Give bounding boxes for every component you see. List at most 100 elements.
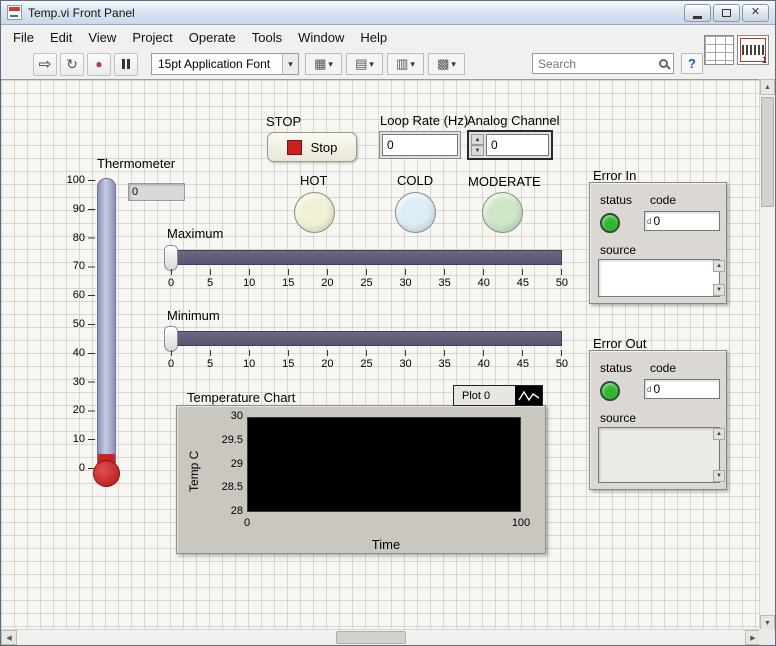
chart-plot-area — [247, 417, 521, 512]
title-bar[interactable]: Temp.vi Front Panel ✕ — [1, 1, 775, 25]
error-in-code-field[interactable]: d 0 — [644, 211, 720, 231]
menu-tools[interactable]: Tools — [244, 27, 290, 48]
abort-button[interactable]: ● — [87, 53, 111, 76]
tick-label: 10 — [235, 277, 263, 289]
error-out-code-field[interactable]: d 0 — [644, 379, 720, 399]
horizontal-scrollbar[interactable]: ◀ ▶ — [1, 629, 761, 645]
window-title: Temp.vi Front Panel — [28, 6, 135, 20]
scroll-up-icon[interactable]: ▲ — [713, 260, 725, 272]
font-selector[interactable]: 15pt Application Font ▾ — [151, 53, 299, 75]
chevron-down-icon: ▾ — [451, 59, 456, 70]
chart-title: Temperature Chart — [187, 390, 295, 405]
loop-rate-input[interactable]: 0 — [382, 134, 458, 156]
pause-button[interactable] — [114, 53, 138, 76]
y-tick-label: 28.5 — [207, 482, 243, 493]
scroll-down-icon[interactable]: ▼ — [713, 470, 725, 482]
scroll-up-icon[interactable]: ▲ — [760, 79, 775, 95]
thermometer-ticks — [88, 180, 95, 470]
minimize-icon — [693, 16, 702, 19]
x-tick-label: 0 — [227, 517, 267, 529]
error-in-code-label: code — [650, 193, 676, 207]
error-out-source-label: source — [600, 411, 636, 425]
thermometer: 100 90 80 70 60 50 40 30 20 10 0 — [57, 175, 129, 491]
help-button[interactable]: ? — [681, 53, 703, 74]
scale-label: 100 — [57, 175, 85, 186]
tick-label: 5 — [196, 358, 224, 370]
plot-legend[interactable]: Plot 0 — [453, 385, 543, 406]
menu-project[interactable]: Project — [124, 27, 180, 48]
run-button[interactable]: ⇨ — [33, 53, 57, 76]
search-input[interactable] — [538, 57, 656, 71]
menu-help[interactable]: Help — [352, 27, 395, 48]
close-button[interactable]: ✕ — [742, 4, 769, 22]
menu-operate[interactable]: Operate — [181, 27, 244, 48]
tick-label: 25 — [352, 277, 380, 289]
tick-label: 20 — [313, 358, 341, 370]
vi-icon[interactable]: 1 — [737, 35, 769, 65]
tick-label: 5 — [196, 277, 224, 289]
chart-y-axis: 30 29.5 29 28.5 28 — [207, 411, 243, 517]
minimize-button[interactable] — [684, 4, 711, 22]
horizontal-scrollbar-thumb[interactable] — [336, 631, 406, 644]
close-icon: ✕ — [751, 7, 760, 18]
menu-window[interactable]: Window — [290, 27, 352, 48]
menu-view[interactable]: View — [80, 27, 124, 48]
scale-label: 30 — [57, 377, 85, 388]
restore-button[interactable] — [713, 4, 740, 22]
run-icon: ⇨ — [39, 55, 52, 73]
pause-bar — [127, 59, 130, 69]
error-out-source-field[interactable] — [598, 427, 720, 483]
x-tick-label: 100 — [501, 517, 541, 529]
vertical-scrollbar-thumb[interactable] — [761, 97, 774, 207]
chevron-down-icon: ▾ — [328, 59, 333, 70]
thermometer-label: Thermometer — [97, 156, 175, 171]
tick-label: 0 — [157, 277, 185, 289]
align-objects-dropdown[interactable]: ▦ ▾ — [305, 53, 342, 75]
radix-indicator: d — [647, 385, 651, 394]
moderate-label: MODERATE — [468, 174, 541, 189]
stop-button-label: Stop — [311, 140, 338, 155]
reorder-dropdown[interactable]: ▩ ▾ — [428, 53, 465, 75]
increment-button[interactable]: ▲ — [471, 134, 484, 145]
tick-label: 20 — [313, 277, 341, 289]
distribute-objects-dropdown[interactable]: ▤ ▾ — [346, 53, 383, 75]
tick-label: 45 — [509, 358, 537, 370]
maximum-slider-track[interactable] — [171, 250, 562, 265]
analog-channel-input[interactable]: 0 — [486, 134, 549, 156]
menu-edit[interactable]: Edit — [42, 27, 80, 48]
scroll-left-icon[interactable]: ◀ — [1, 630, 17, 645]
maximum-slider-handle[interactable] — [164, 245, 178, 271]
scroll-down-icon[interactable]: ▼ — [713, 284, 725, 296]
analog-channel-spinner: ▲ ▼ — [471, 134, 484, 156]
front-panel: Thermometer 0 100 90 80 70 60 50 40 30 2… — [1, 79, 760, 631]
tick-label: 45 — [509, 277, 537, 289]
reorder-icon: ▩ — [437, 56, 449, 72]
error-out-status-label: status — [600, 361, 632, 375]
scrollbar-corner — [759, 629, 775, 645]
radix-indicator: d — [647, 217, 651, 226]
chevron-down-icon: ▾ — [410, 59, 415, 70]
decrement-button[interactable]: ▼ — [471, 145, 484, 156]
analog-channel-control: ▲ ▼ 0 — [467, 130, 553, 160]
error-in-source-field[interactable] — [598, 259, 720, 297]
menu-file[interactable]: File — [5, 27, 42, 48]
scroll-up-icon[interactable]: ▲ — [713, 428, 725, 440]
search-box — [532, 53, 674, 74]
run-continuous-button[interactable]: ↻ — [60, 53, 84, 76]
chevron-down-icon[interactable]: ▾ — [282, 54, 298, 74]
vertical-scrollbar[interactable]: ▲ ▼ — [759, 79, 775, 631]
minimum-slider-track[interactable] — [171, 331, 562, 346]
scale-label: 60 — [57, 290, 85, 301]
error-in-source-label: source — [600, 243, 636, 257]
minimum-slider-handle[interactable] — [164, 326, 178, 352]
resize-objects-dropdown[interactable]: ▥ ▾ — [387, 53, 424, 75]
connector-pane-icon[interactable] — [704, 35, 734, 65]
search-icon — [659, 59, 668, 68]
chart-y-axis-label: Temp C — [187, 451, 201, 492]
tick-label: 10 — [235, 358, 263, 370]
tick-label: 40 — [470, 358, 498, 370]
hot-label: HOT — [300, 173, 327, 188]
corner-icons: 1 — [704, 35, 769, 65]
stop-button[interactable]: Stop — [267, 132, 357, 162]
error-in-status-label: status — [600, 193, 632, 207]
